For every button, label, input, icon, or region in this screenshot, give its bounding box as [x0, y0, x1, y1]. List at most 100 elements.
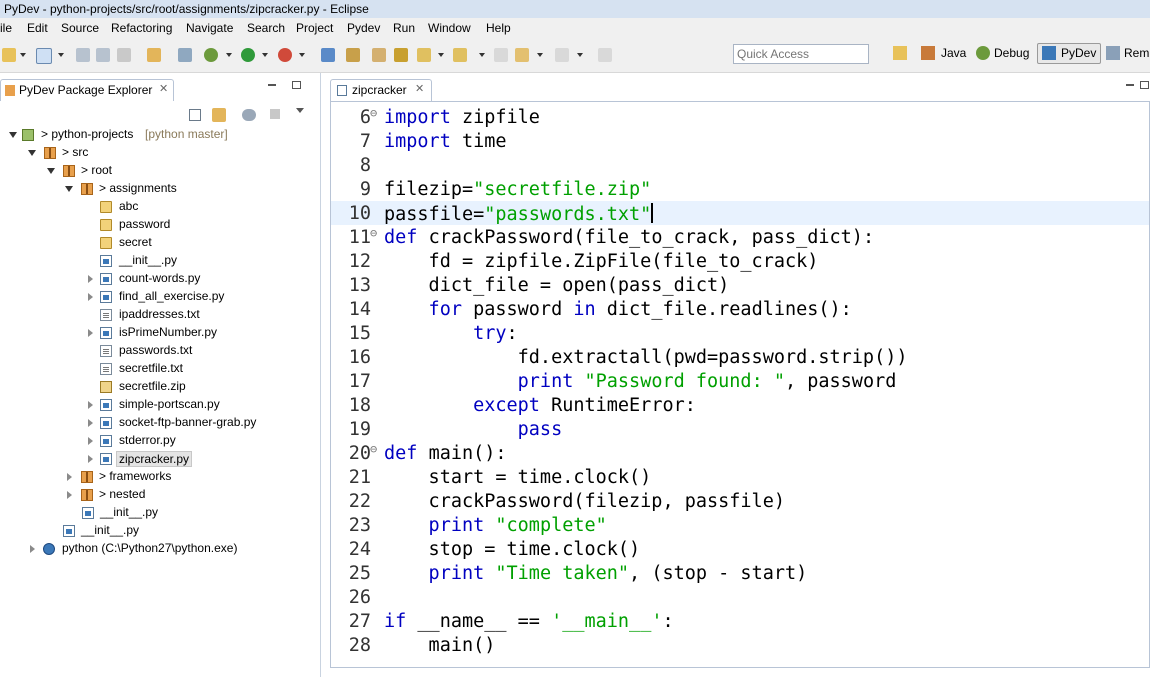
chevron-down-icon[interactable] [226, 53, 232, 57]
code-line[interactable]: 20 ⊖ def main(): [331, 441, 1149, 465]
tree-item-frameworks[interactable]: > frameworks [0, 468, 320, 486]
run-icon[interactable] [241, 48, 255, 62]
print-icon[interactable] [117, 48, 131, 62]
code-line[interactable]: 21 start = time.clock() [331, 465, 1149, 489]
menu-help[interactable]: Help [486, 21, 511, 35]
minimize-icon[interactable] [268, 84, 276, 86]
tree-item-stderror[interactable]: stderror.py [0, 432, 320, 450]
collapse-icon[interactable] [88, 455, 93, 463]
chevron-down-icon[interactable] [438, 53, 444, 57]
tree-item-src[interactable]: > src [0, 144, 320, 162]
code-line[interactable]: 10 passfile="passwords.txt" [331, 201, 1149, 225]
link-with-editor-icon[interactable] [212, 108, 226, 122]
code-line[interactable]: 13 dict_file = open(pass_dict) [331, 273, 1149, 297]
chevron-down-icon[interactable] [296, 108, 304, 113]
back-icon[interactable] [515, 48, 529, 62]
close-icon[interactable]: ✕ [415, 82, 424, 95]
tree-item-root-init-py[interactable]: __init__.py [0, 504, 320, 522]
chevron-down-icon[interactable] [479, 53, 485, 57]
new-module-icon[interactable] [36, 48, 52, 64]
menu-file[interactable]: ile [0, 21, 12, 35]
collapse-icon[interactable] [67, 473, 72, 481]
code-line[interactable]: 6 ⊖ import zipfile [331, 105, 1149, 129]
chevron-down-icon[interactable] [58, 53, 64, 57]
tree-item-count-words[interactable]: count-words.py [0, 270, 320, 288]
code-line[interactable]: 22 crackPassword(filezip, passfile) [331, 489, 1149, 513]
chevron-down-icon[interactable] [577, 53, 583, 57]
tree-item-socket-ftp-banner-grab[interactable]: socket-ftp-banner-grab.py [0, 414, 320, 432]
code-line[interactable]: 16 fd.extractall(pwd=password.strip()) [331, 345, 1149, 369]
code-line[interactable]: 17 print "Password found: ", password [331, 369, 1149, 393]
code-line[interactable]: 23 print "complete" [331, 513, 1149, 537]
tree-item-src-init-py[interactable]: __init__.py [0, 522, 320, 540]
perspective-debug[interactable]: Debug [994, 46, 1029, 60]
tree-item-python-projects[interactable]: > python-projects [python master] [0, 126, 320, 144]
menu-pydev[interactable]: Pydev [347, 21, 380, 35]
tree-item-secretfile-zip[interactable]: secretfile.zip [0, 378, 320, 396]
new-icon[interactable] [2, 48, 16, 62]
tree-item-secret[interactable]: secret [0, 234, 320, 252]
code-line[interactable]: 12 fd = zipfile.ZipFile(file_to_crack) [331, 249, 1149, 273]
minimize-icon[interactable] [1126, 84, 1134, 86]
maximize-icon[interactable] [1140, 81, 1149, 89]
tree-item-python-interpreter[interactable]: python (C:\Python27\python.exe) [0, 540, 320, 558]
view-menu-icon[interactable] [270, 109, 280, 119]
menu-navigate[interactable]: Navigate [186, 21, 233, 35]
save-all-icon[interactable] [96, 48, 110, 62]
tree-item-ipaddresses[interactable]: ipaddresses.txt [0, 306, 320, 324]
filter-icon[interactable] [242, 109, 256, 121]
save-icon[interactable] [76, 48, 90, 62]
collapse-icon[interactable] [88, 437, 93, 445]
open-resource-icon[interactable] [346, 48, 360, 62]
last-edit-icon[interactable] [494, 48, 508, 62]
code-line[interactable]: 14 for password in dict_file.readlines()… [331, 297, 1149, 321]
chevron-down-icon[interactable] [537, 53, 543, 57]
collapse-icon[interactable] [88, 329, 93, 337]
expand-icon[interactable] [28, 150, 36, 156]
code-line[interactable]: 28 main() [331, 633, 1149, 657]
external-tools-icon[interactable] [278, 48, 292, 62]
tree-item-isprimenumber[interactable]: isPrimeNumber.py [0, 324, 320, 342]
tree-item-find-all-exercise[interactable]: find_all_exercise.py [0, 288, 320, 306]
collapse-icon[interactable] [88, 275, 93, 283]
menu-refactoring[interactable]: Refactoring [111, 21, 172, 35]
tree-item-assignments[interactable]: > assignments [0, 180, 320, 198]
code-line[interactable]: 8 [331, 153, 1149, 177]
collapse-all-icon[interactable] [189, 109, 201, 121]
expand-icon[interactable] [65, 186, 73, 192]
chevron-down-icon[interactable] [20, 53, 26, 57]
tree-item-abc[interactable]: abc [0, 198, 320, 216]
code-line[interactable]: 19 pass [331, 417, 1149, 441]
pen-icon[interactable] [394, 48, 408, 62]
tree-item-zipcracker[interactable]: zipcracker.py [0, 450, 320, 468]
perspective-pydev[interactable]: PyDev [1061, 46, 1096, 60]
code-line[interactable]: 7 import time [331, 129, 1149, 153]
tree-item-root[interactable]: > root [0, 162, 320, 180]
perspective-java[interactable]: Java [941, 46, 966, 60]
code-editor[interactable]: 6 ⊖ import zipfile 7 import time 8 9 filezip="s… [330, 101, 1150, 668]
expand-icon[interactable] [9, 132, 17, 138]
pydev-icon[interactable] [178, 48, 192, 62]
fold-icon[interactable]: ⊖ [370, 106, 377, 120]
collapse-icon[interactable] [88, 293, 93, 301]
close-icon[interactable]: ✕ [159, 82, 168, 95]
tree-item-simple-portscan[interactable]: simple-portscan.py [0, 396, 320, 414]
collapse-icon[interactable] [88, 419, 93, 427]
package-explorer-tab[interactable]: PyDev Package Explorer ✕ [0, 79, 174, 101]
tree-item-passwords-txt[interactable]: passwords.txt [0, 342, 320, 360]
tree-item-secretfile-txt[interactable]: secretfile.txt [0, 360, 320, 378]
quick-access-input[interactable] [733, 44, 869, 64]
pin-editor-icon[interactable] [598, 48, 612, 62]
chevron-down-icon[interactable] [262, 53, 268, 57]
tree-item-password[interactable]: password [0, 216, 320, 234]
code-line[interactable]: 26 [331, 585, 1149, 609]
code-line[interactable]: 27 if __name__ == '__main__': [331, 609, 1149, 633]
menu-edit[interactable]: Edit [27, 21, 48, 35]
menu-project[interactable]: Project [296, 21, 333, 35]
collapse-icon[interactable] [30, 545, 35, 553]
code-line[interactable]: 18 except RuntimeError: [331, 393, 1149, 417]
collapse-icon[interactable] [88, 401, 93, 409]
open-perspective-icon[interactable] [893, 46, 907, 60]
fold-icon[interactable]: ⊖ [370, 226, 377, 240]
forward-icon[interactable] [555, 48, 569, 62]
